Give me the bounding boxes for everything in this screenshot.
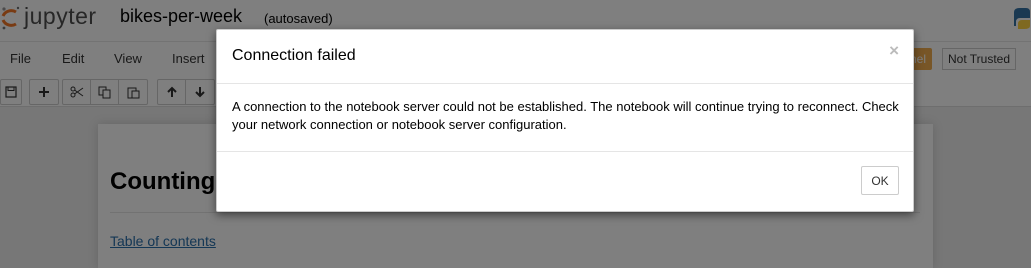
modal-header: Connection failed ×: [217, 30, 913, 84]
connection-failed-dialog: Connection failed × A connection to the …: [216, 29, 914, 212]
modal-message: A connection to the notebook server coul…: [232, 99, 899, 132]
ok-button[interactable]: OK: [861, 166, 899, 195]
close-icon[interactable]: ×: [889, 41, 899, 61]
modal-title: Connection failed: [232, 47, 356, 64]
modal-footer: OK: [217, 151, 913, 211]
